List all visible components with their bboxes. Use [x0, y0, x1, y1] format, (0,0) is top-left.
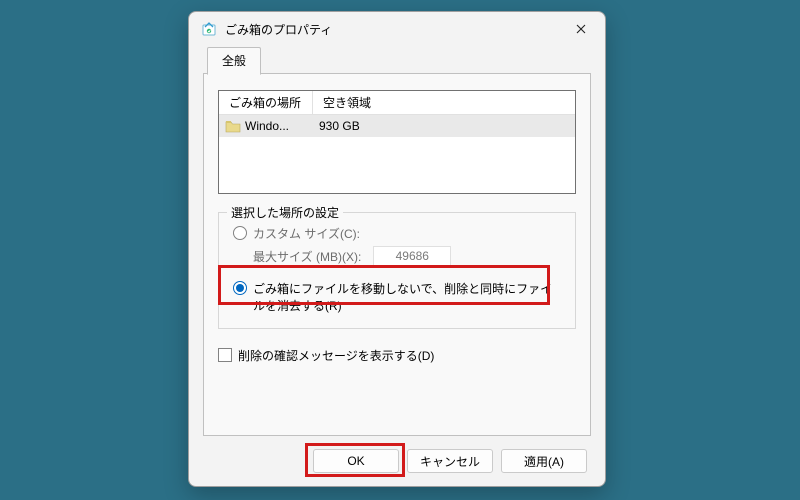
radio-custom-label: カスタム サイズ(C): [253, 225, 360, 242]
grid-header: ごみ箱の場所 空き領域 [219, 91, 575, 115]
tab-general[interactable]: 全般 [207, 47, 261, 75]
group-title: 選択した場所の設定 [227, 204, 343, 221]
max-size-field: 最大サイズ (MB)(X): 49686 [253, 246, 565, 266]
tabs: 全般 [189, 46, 605, 74]
dialog-buttons: OK キャンセル 適用(A) [189, 436, 605, 486]
max-size-input[interactable]: 49686 [373, 246, 451, 266]
drive-name-cell: Windo... [219, 115, 313, 137]
radio-icon [233, 226, 247, 240]
drive-row[interactable]: Windo... 930 GB [219, 115, 575, 137]
radio-icon [233, 281, 247, 295]
radio-delete-immediately[interactable]: ごみ箱にファイルを移動しないで、削除と同時にファイルを消去する(R) [233, 280, 553, 314]
recycle-bin-properties-dialog: ごみ箱のプロパティ 全般 ごみ箱の場所 空き領域 [188, 11, 606, 487]
close-button[interactable] [559, 14, 603, 44]
cancel-button[interactable]: キャンセル [407, 449, 493, 473]
radio-custom-size[interactable]: カスタム サイズ(C): [233, 225, 565, 242]
confirm-label: 削除の確認メッセージを表示する(D) [238, 347, 434, 364]
titlebar: ごみ箱のプロパティ [189, 12, 605, 46]
tab-panel-general: ごみ箱の場所 空き領域 Windo... 930 GB 選択した場所の設定 [203, 74, 591, 436]
recycle-bin-icon [201, 21, 217, 37]
ok-button[interactable]: OK [313, 449, 399, 473]
drive-free: 930 GB [313, 115, 366, 137]
checkbox-icon [218, 348, 232, 362]
col-location[interactable]: ごみ箱の場所 [219, 91, 313, 115]
drive-name: Windo... [245, 119, 289, 133]
settings-group: 選択した場所の設定 カスタム サイズ(C): 最大サイズ (MB)(X): 49… [218, 212, 576, 329]
max-size-label: 最大サイズ (MB)(X): [253, 248, 361, 265]
drive-list[interactable]: ごみ箱の場所 空き領域 Windo... 930 GB [218, 90, 576, 194]
dialog-title: ごみ箱のプロパティ [225, 21, 332, 38]
folder-icon [225, 118, 241, 134]
radio-delete-label: ごみ箱にファイルを移動しないで、削除と同時にファイルを消去する(R) [253, 280, 553, 314]
col-free-space[interactable]: 空き領域 [313, 91, 575, 115]
apply-button[interactable]: 適用(A) [501, 449, 587, 473]
confirm-delete-checkbox[interactable]: 削除の確認メッセージを表示する(D) [218, 347, 576, 364]
